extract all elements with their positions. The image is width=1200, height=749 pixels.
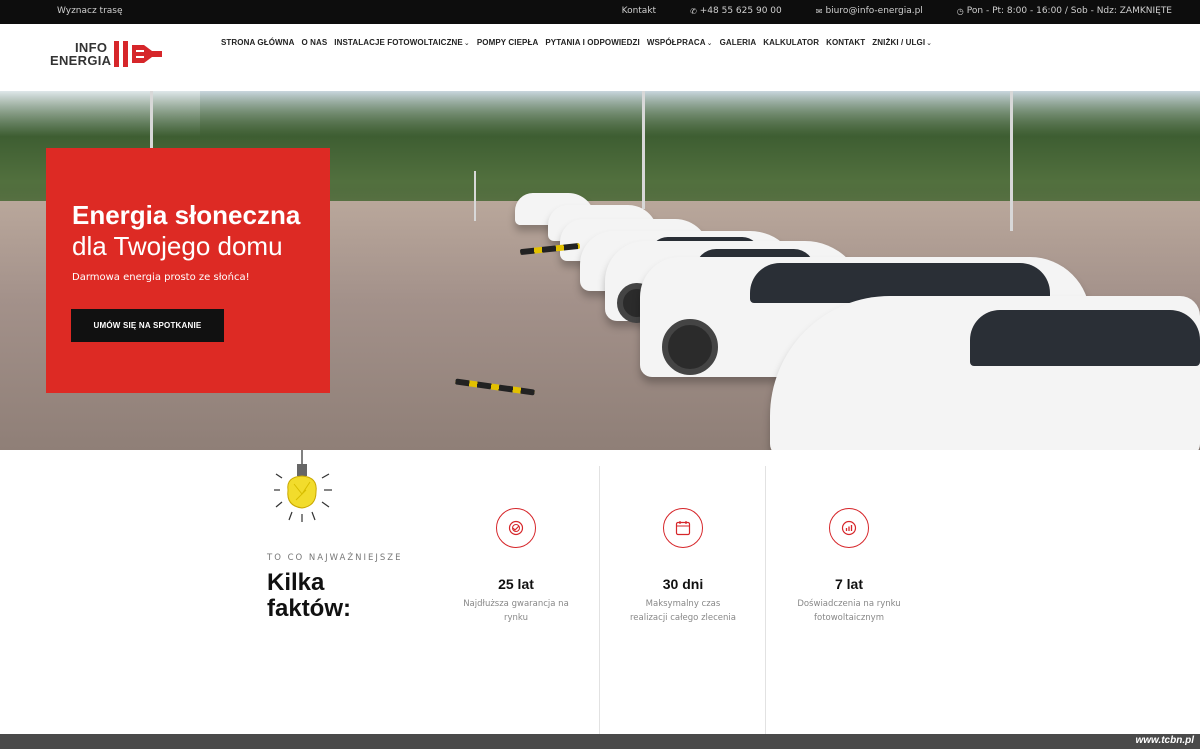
facts-section: TO CO NAJWAŻNIEJSZE Kilka faktów: 25 lat… — [0, 450, 1200, 734]
facts-eyebrow: TO CO NAJWAŻNIEJSZE — [267, 553, 403, 563]
opening-hours: ◷ Pon - Pt: 8:00 - 16:00 / Sob - Ndz: ZAM… — [957, 6, 1172, 16]
email-text: biuro@info-energia.pl — [825, 6, 923, 16]
chevron-down-icon: ⌄ — [926, 40, 933, 47]
sign-post — [474, 171, 476, 221]
hero-title: Energia słoneczna — [72, 200, 301, 230]
nav-item-about[interactable]: O NAS — [301, 38, 327, 47]
nav-label: KONTAKT — [826, 38, 866, 47]
book-meeting-button[interactable]: UMÓW SIĘ NA SPOTKANIE — [71, 309, 224, 342]
nav-label: GALERIA — [719, 38, 757, 47]
top-bar-contact-info: Kontakt ✆ +48 55 625 90 00 ✉ biuro@info-en… — [622, 6, 1172, 16]
fact-value: 7 lat — [834, 576, 863, 592]
badge-check-icon — [496, 508, 536, 548]
envelope-icon: ✉ — [815, 6, 823, 16]
nav-item-calculator[interactable]: KALKULATOR — [763, 38, 819, 47]
column-divider — [765, 466, 766, 734]
car-window — [970, 310, 1200, 366]
site-header: INFO ENERGIA STRONA GŁÓWNA O NAS INSTALA… — [0, 24, 1200, 91]
hero-title-secondary: dla Twojego domu — [72, 231, 283, 261]
phone-icon: ✆ — [690, 6, 697, 16]
fact-item-lead-time: 30 dni Maksymalny czas realizacji całego… — [608, 508, 758, 625]
nav-label: INSTALACJE FOTOWOLTAICZNE — [334, 38, 463, 47]
nav-label: STRONA GŁÓWNA — [221, 38, 295, 47]
hero-promo-box: Energia słoneczna dla Twojego domu Darmo… — [46, 148, 330, 393]
column-divider — [599, 466, 600, 734]
nav-item-cooperation[interactable]: WSPÓŁPRACA⌄ — [647, 38, 713, 47]
nav-label: POMPY CIEPŁA — [476, 38, 539, 47]
contact-link[interactable]: Kontakt — [622, 6, 656, 16]
fact-value: 30 dni — [662, 576, 704, 592]
parked-car — [770, 296, 1200, 450]
fact-item-warranty: 25 lat Najdłuższa gwarancja na rynku — [441, 508, 591, 625]
fact-value: 25 lat — [498, 576, 534, 592]
hero-subtitle: Darmowa energia prosto ze słońca! — [72, 272, 250, 283]
nav-item-gallery[interactable]: GALERIA — [720, 38, 757, 47]
lamp-post — [1010, 91, 1013, 231]
nav-item-faq[interactable]: PYTANIA I ODPOWIEDZI — [545, 38, 639, 47]
nav-label: KALKULATOR — [763, 38, 820, 47]
chart-icon — [829, 508, 869, 548]
nav-label: ZNIŻKI / ULGI — [872, 38, 926, 47]
nav-label: O NAS — [301, 38, 328, 47]
nav-item-heat-pumps[interactable]: POMPY CIEPŁA — [477, 38, 539, 47]
site-logo[interactable]: INFO ENERGIA — [50, 40, 166, 72]
nav-item-photovoltaics[interactable]: INSTALACJE FOTOWOLTAICZNE⌄ — [334, 38, 470, 47]
footer-strip: www.tcbn.pl — [0, 734, 1200, 749]
facts-title-line: faktów: — [267, 595, 351, 622]
fact-description: Maksymalny czas realizacji całego zlecen… — [630, 599, 736, 623]
chevron-down-icon: ⌄ — [706, 40, 713, 47]
calendar-icon — [663, 508, 703, 548]
main-nav: STRONA GŁÓWNA O NAS INSTALACJE FOTOWOLTA… — [221, 38, 932, 47]
phone-text: +48 55 625 90 00 — [699, 6, 782, 16]
facts-title: Kilka faktów: — [267, 570, 351, 622]
nav-item-discounts[interactable]: ZNIŻKI / ULGI⌄ — [872, 38, 932, 47]
phone-link[interactable]: ✆ +48 55 625 90 00 — [690, 6, 782, 16]
nav-label: PYTANIA I ODPOWIEDZI — [545, 38, 640, 47]
car-wheel — [662, 319, 718, 375]
logo-text-energia: ENERGIA — [50, 53, 112, 68]
plug-logo-icon — [114, 41, 162, 67]
light-bulb-icon — [274, 450, 332, 522]
facts-title-line: Kilka — [267, 569, 325, 596]
nav-label: WSPÓŁPRACA — [646, 38, 706, 47]
hero-banner: Energia słoneczna dla Twojego domu Darmo… — [0, 91, 1200, 450]
lamp-post — [642, 91, 645, 209]
email-link[interactable]: ✉ biuro@info-energia.pl — [816, 6, 923, 16]
fact-description: Doświadczenia na rynku fotowoltaicznym — [797, 599, 901, 623]
route-link[interactable]: Wyznacz trasę — [57, 6, 123, 16]
top-bar: Wyznacz trasę Kontakt ✆ +48 55 625 90 00 … — [0, 0, 1200, 24]
hours-text: Pon - Pt: 8:00 - 16:00 / Sob - Ndz: ZAMK… — [966, 6, 1172, 16]
watermark: www.tcbn.pl — [1135, 735, 1194, 746]
fact-description: Najdłuższa gwarancja na rynku — [463, 599, 569, 623]
nav-item-home[interactable]: STRONA GŁÓWNA — [221, 38, 294, 47]
chevron-down-icon: ⌄ — [463, 40, 470, 47]
clock-icon: ◷ — [956, 6, 964, 16]
fact-item-experience: 7 lat Doświadczenia na rynku fotowoltaic… — [774, 508, 924, 625]
nav-item-contact[interactable]: KONTAKT — [826, 38, 865, 47]
